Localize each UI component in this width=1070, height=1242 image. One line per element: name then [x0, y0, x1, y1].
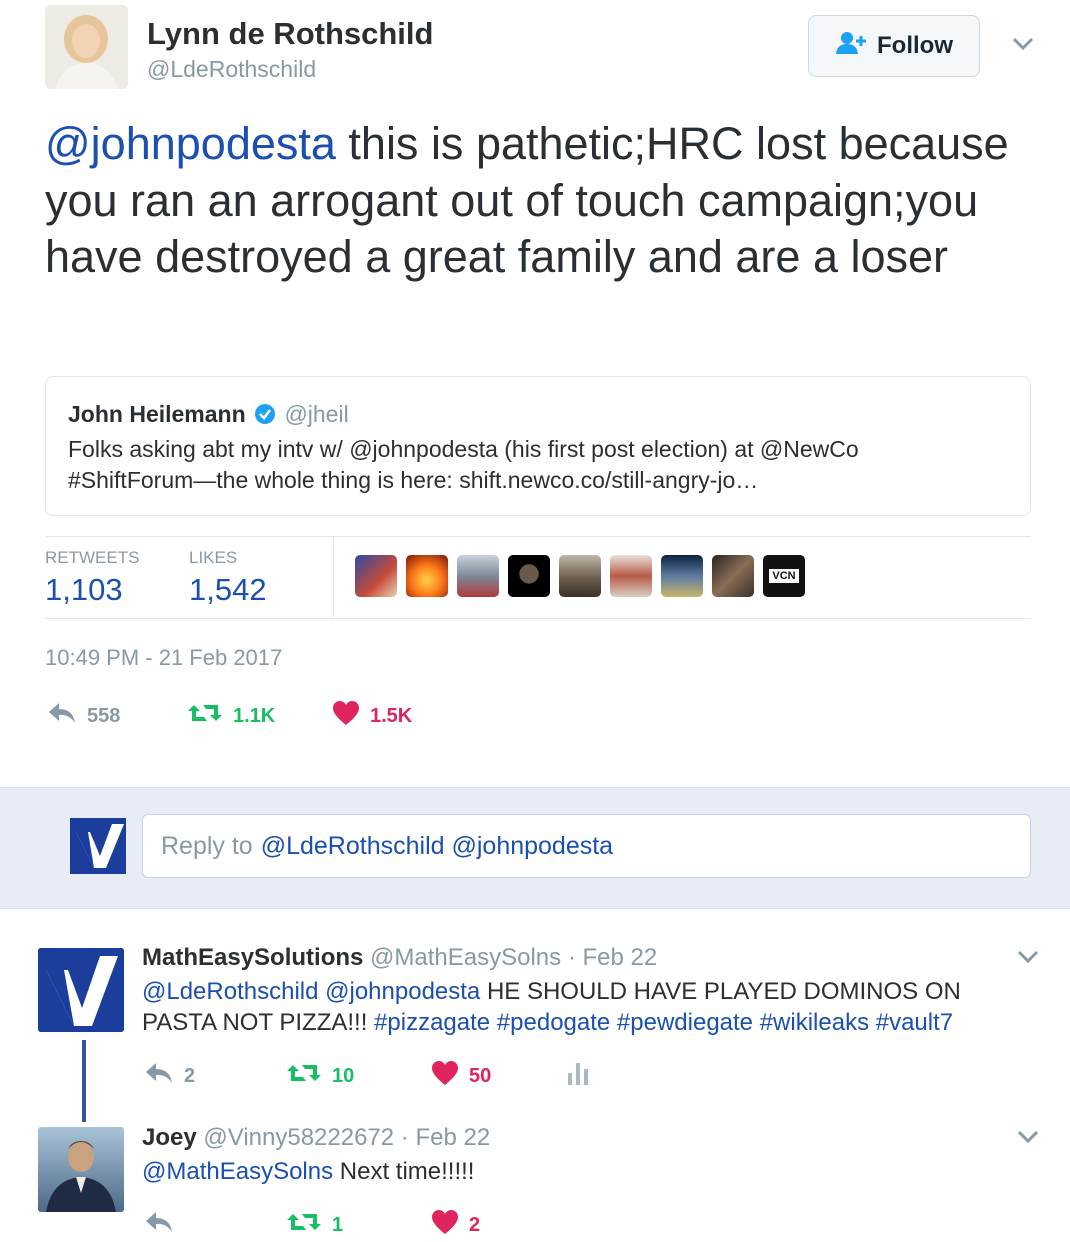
- viewer-avatar[interactable]: [70, 818, 126, 874]
- reply-body: Next time!!!!!: [333, 1158, 475, 1185]
- reply-action[interactable]: [144, 1210, 286, 1240]
- analytics-action[interactable]: [567, 1061, 589, 1091]
- reply-icon: [47, 701, 77, 731]
- add-user-icon: [835, 30, 867, 63]
- follow-button[interactable]: Follow: [808, 15, 980, 77]
- quoted-tweet[interactable]: John Heilemann @jheil Folks asking abt m…: [45, 376, 1031, 516]
- author-name[interactable]: Lynn de Rothschild: [147, 16, 433, 52]
- liker-avatar[interactable]: [508, 555, 550, 597]
- reply-icon: [144, 1210, 174, 1240]
- quoted-author-name: John Heilemann: [68, 401, 246, 427]
- retweets-stat[interactable]: RETWEETS 1,103: [45, 548, 139, 608]
- retweet-action[interactable]: 1.1K: [187, 701, 332, 731]
- liker-avatar[interactable]: [559, 555, 601, 597]
- tweet-text: @johnpodesta this is pathetic;HRC lost b…: [45, 116, 1035, 286]
- quoted-author-handle: @jheil: [284, 401, 349, 427]
- reply-header: Joey @Vinny58222672 · Feb 22: [142, 1124, 490, 1152]
- liker-avatar[interactable]: [610, 555, 652, 597]
- reply-header: MathEasySolutions @MathEasySolns · Feb 2…: [142, 944, 657, 972]
- divider: [45, 536, 1031, 537]
- like-count: 2: [469, 1213, 481, 1236]
- thread-connector: [82, 1040, 86, 1122]
- retweet-action[interactable]: 10: [286, 1061, 431, 1091]
- reply-mentions[interactable]: @LdeRothschild @johnpodesta: [142, 978, 480, 1005]
- like-count: 50: [469, 1064, 492, 1087]
- reply-prefix: Reply to: [161, 831, 253, 860]
- heart-icon: [431, 1060, 459, 1092]
- verified-badge-icon: [254, 403, 276, 431]
- quoted-author: John Heilemann @jheil: [68, 401, 349, 431]
- mention-link[interactable]: @johnpodesta: [45, 118, 336, 169]
- like-count: 1.5K: [370, 704, 413, 727]
- quoted-text-line2: #ShiftForum—the whole thing is here: shi…: [68, 467, 759, 493]
- retweet-icon: [286, 1210, 322, 1240]
- retweets-label: RETWEETS: [45, 548, 140, 567]
- reply-hashtags[interactable]: #pizzagate #pedogate #pewdiegate #wikile…: [374, 1009, 953, 1036]
- quoted-text: Folks asking abt my intv w/ @johnpodesta…: [68, 434, 1008, 496]
- chevron-down-icon[interactable]: [1016, 944, 1040, 973]
- reply-author-handle[interactable]: @Vinny58222672: [203, 1124, 394, 1151]
- reply-text: @LdeRothschild @johnpodesta HE SHOULD HA…: [142, 976, 1022, 1038]
- likes-stat[interactable]: LIKES 1,542: [189, 548, 267, 608]
- reply-author-handle[interactable]: @MathEasySolns: [370, 944, 561, 971]
- liker-avatar[interactable]: [457, 555, 499, 597]
- reply-body-line1: HE SHOULD HAVE PLAYED DOMINOS ON: [480, 978, 961, 1005]
- reply-body-line2: PASTA NOT PIZZA!!!: [142, 1009, 375, 1036]
- reply-text: @MathEasySolns Next time!!!!!: [142, 1156, 474, 1187]
- reply-action[interactable]: 2: [144, 1061, 286, 1091]
- retweet-action[interactable]: 1: [286, 1210, 431, 1240]
- liker-badge-text: VCN: [769, 569, 799, 583]
- divider: [333, 537, 334, 619]
- retweets-count: 1,103: [45, 572, 123, 607]
- author-avatar[interactable]: [45, 5, 128, 89]
- tweet-timestamp[interactable]: 10:49 PM - 21 Feb 2017: [45, 645, 282, 671]
- liker-avatar[interactable]: [712, 555, 754, 597]
- liker-avatar[interactable]: [406, 555, 448, 597]
- divider: [45, 618, 1031, 619]
- likes-count: 1,542: [189, 572, 267, 607]
- chevron-down-icon[interactable]: [1016, 1124, 1040, 1153]
- retweet-count: 1: [332, 1213, 344, 1236]
- retweet-count: 1.1K: [233, 704, 276, 727]
- reply-date[interactable]: · Feb 22: [401, 1124, 490, 1151]
- reply-mentions: @LdeRothschild @johnpodesta: [260, 831, 614, 860]
- chevron-down-icon[interactable]: [1010, 30, 1036, 56]
- reply-actions: 2 10 50: [144, 1060, 589, 1092]
- analytics-icon: [567, 1061, 589, 1091]
- follow-label: Follow: [877, 32, 953, 59]
- reply-action[interactable]: 558: [47, 701, 187, 731]
- tweet-actions: 558 1.1K 1.5K: [47, 700, 412, 732]
- reply-avatar[interactable]: [38, 948, 124, 1032]
- reply-count: 558: [87, 704, 121, 727]
- reply-icon: [144, 1061, 174, 1091]
- reply-avatar[interactable]: [38, 1127, 124, 1212]
- like-action[interactable]: 50: [431, 1060, 567, 1092]
- reply-date[interactable]: · Feb 22: [568, 944, 657, 971]
- heart-icon: [431, 1209, 459, 1241]
- reply-author-name[interactable]: Joey: [142, 1124, 197, 1151]
- liker-avatar[interactable]: VCN: [763, 555, 805, 597]
- liker-avatar[interactable]: [661, 555, 703, 597]
- retweet-count: 10: [332, 1064, 355, 1087]
- reply-input[interactable]: Reply to @LdeRothschild @johnpodesta: [142, 814, 1031, 878]
- retweet-icon: [286, 1061, 322, 1091]
- author-handle[interactable]: @LdeRothschild: [147, 56, 316, 83]
- reply-mention[interactable]: @MathEasySolns: [142, 1158, 333, 1185]
- reply-count: 2: [184, 1064, 196, 1087]
- reply-author-name[interactable]: MathEasySolutions: [142, 944, 363, 971]
- reply-actions: 1 2: [144, 1209, 480, 1241]
- liker-avatar[interactable]: [355, 555, 397, 597]
- like-action[interactable]: 1.5K: [332, 700, 412, 732]
- likes-label: LIKES: [189, 548, 238, 567]
- retweet-icon: [187, 701, 223, 731]
- liker-avatars: VCN: [355, 555, 805, 597]
- quoted-text-line1: Folks asking abt my intv w/ @johnpodesta…: [68, 436, 859, 462]
- like-action[interactable]: 2: [431, 1209, 480, 1241]
- heart-icon: [332, 700, 360, 732]
